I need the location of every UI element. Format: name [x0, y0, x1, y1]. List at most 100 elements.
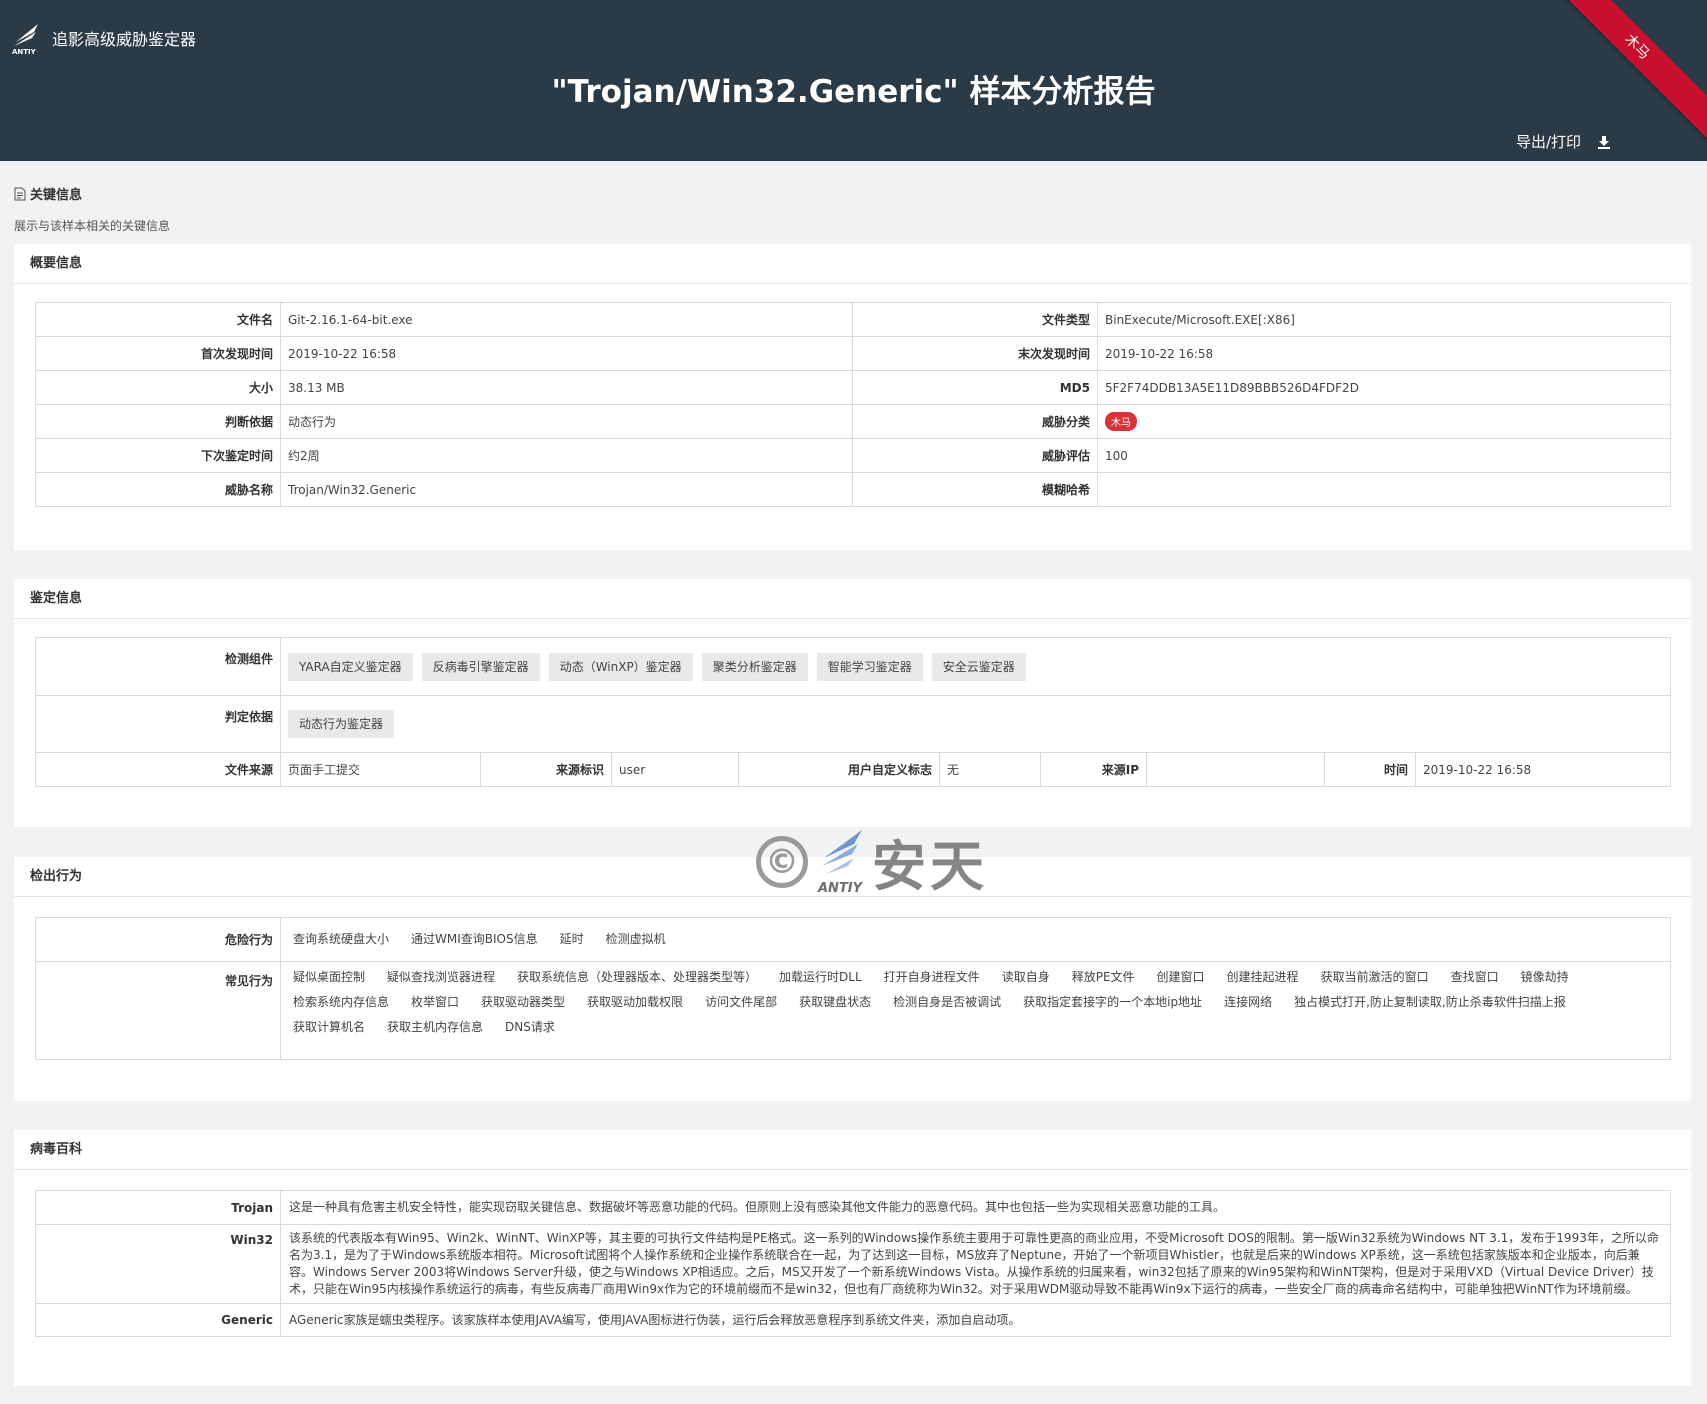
summary-label: 模糊哈希	[852, 472, 1098, 507]
wiki-title: 病毒百科	[14, 1130, 1691, 1170]
summary-label: 文件名	[35, 302, 281, 337]
wiki-table: Trojan 这是一种具有危害主机安全特性，能实现窃取关键信息、数据破坏等恶意功能…	[35, 1190, 1671, 1337]
summary-label: 威胁分类	[852, 404, 1098, 439]
common-behavior-item: 加载运行时DLL	[779, 970, 862, 984]
summary-value: Trojan/Win32.Generic	[280, 472, 853, 507]
summary-value: 2019-10-22 16:58	[1097, 336, 1671, 371]
common-behavior-item: 获取键盘状态	[799, 995, 872, 1009]
common-behavior-item: 检索系统内存信息	[293, 995, 390, 1009]
wiki-row: Generic AGeneric家族是蠕虫类程序。该家族样本使用JAVA编写，使用…	[35, 1303, 1671, 1337]
key-info-title-text: 关键信息	[30, 188, 83, 203]
common-row: 常见行为 疑似桌面控制 疑似查找浏览器进程 获取系统信息（处理器版本、处理器类型等）…	[35, 961, 1671, 1060]
basis-chip: 动态行为鉴定器	[288, 710, 395, 738]
wiki-label: Win32	[35, 1224, 281, 1304]
summary-value: 100	[1097, 438, 1671, 473]
common-behavior-item: 释放PE文件	[1071, 970, 1135, 984]
summary-table: 文件名 Git-2.16.1-64-bit.exe 文件类型 BinExecute/M…	[35, 302, 1671, 507]
common-behavior-item: 读取自身	[1001, 970, 1050, 984]
common-behavior-item: 获取驱动器类型	[481, 995, 566, 1009]
danger-behavior-item: 延时	[559, 932, 584, 946]
source-tag-value: user	[611, 752, 739, 787]
wiki-text: AGeneric家族是蠕虫类程序。该家族样本使用JAVA编写，使用JAVA图标进…	[280, 1303, 1671, 1337]
antiy-logo-icon: ANTIY	[12, 20, 42, 56]
common-label: 常见行为	[35, 961, 281, 1060]
components-list: YARA自定义鉴定器 反病毒引擎鉴定器 动态（WinXP）鉴定器 聚类分析鉴定器 智能学…	[279, 637, 1672, 696]
detector-chip: 智能学习鉴定器	[816, 652, 923, 681]
common-behavior-item: 获取计算机名	[293, 1020, 366, 1034]
common-behavior-item: 获取当前激活的窗口	[1320, 970, 1429, 984]
summary-label: 下次鉴定时间	[35, 438, 281, 473]
document-icon	[14, 187, 26, 201]
common-behavior-item: 获取指定套接字的一个本地ip地址	[1023, 995, 1203, 1009]
common-behavior-item: 连接网络	[1224, 995, 1273, 1009]
antiy-watermark: © ANTIY 安天	[756, 822, 988, 901]
behavior-table: 危险行为 查询系统硬盘大小 通过WMI查询BIOS信息 延时 检测虚拟机 常见行为 疑…	[35, 917, 1671, 1060]
summary-row: 判断依据 动态行为 威胁分类 木马	[35, 404, 1671, 439]
detector-chip: 聚类分析鉴定器	[701, 652, 808, 681]
wiki-row: Trojan 这是一种具有危害主机安全特性，能实现窃取关键信息、数据破坏等恶意功能…	[35, 1190, 1671, 1225]
identify-panel: 鉴定信息 检测组件 YARA自定义鉴定器 反病毒引擎鉴定器 动态（WinXP）鉴定器…	[14, 579, 1691, 827]
detector-chip: 动态（WinXP）鉴定器	[548, 652, 693, 681]
summary-row: 大小 38.13 MB MD5 5F2F74DDB13A5E11D89BBB526D4…	[35, 370, 1671, 405]
summary-value: 木马	[1097, 404, 1671, 439]
summary-label: 首次发现时间	[35, 336, 281, 371]
key-info-title: 关键信息	[14, 184, 170, 203]
summary-label: 末次发现时间	[852, 336, 1098, 371]
export-print-button[interactable]: 导出/打印	[1516, 131, 1611, 152]
components-label: 检测组件	[35, 637, 281, 696]
source-tag-label: 来源标识	[480, 752, 612, 787]
common-behavior-item: 打开自身进程文件	[883, 970, 980, 984]
common-behavior-item: 创建挂起进程	[1226, 970, 1299, 984]
antiy-wing-icon: ANTIY	[818, 828, 866, 896]
components-row: 检测组件 YARA自定义鉴定器 反病毒引擎鉴定器 动态（WinXP）鉴定器 聚类分析鉴…	[35, 637, 1672, 696]
watermark-brand: ANTIY	[818, 880, 863, 896]
key-info-header: 关键信息 展示与该样本相关的关键信息	[14, 184, 170, 234]
wiki-row: Win32 该系统的代表版本有Win95、Win2k、WinNT、WinXP等，其…	[35, 1224, 1671, 1304]
common-behavior-item: 独占模式打开,防止复制读取,防止杀毒软件扫描上报	[1294, 995, 1566, 1009]
summary-value: 约2周	[280, 438, 853, 473]
logo-text: ANTIY	[12, 48, 37, 56]
wiki-panel: 病毒百科 Trojan 这是一种具有危害主机安全特性，能实现窃取关键信息、数据破坏…	[14, 1130, 1691, 1386]
common-list: 疑似桌面控制 疑似查找浏览器进程 获取系统信息（处理器版本、处理器类型等） 加载运行时…	[280, 961, 1671, 1060]
export-label: 导出/打印	[1515, 133, 1581, 151]
danger-list: 查询系统硬盘大小 通过WMI查询BIOS信息 延时 检测虚拟机	[280, 917, 1671, 962]
summary-label: 大小	[35, 370, 281, 405]
common-behavior-item: 枚举窗口	[411, 995, 460, 1009]
summary-value	[1097, 472, 1671, 507]
common-behavior-item: 获取驱动加载权限	[587, 995, 684, 1009]
summary-label: 文件类型	[852, 302, 1098, 337]
summary-label: MD5	[852, 370, 1098, 405]
common-behavior-item: 镜像劫持	[1520, 970, 1569, 984]
common-behavior-item: DNS请求	[505, 1020, 555, 1034]
summary-row: 下次鉴定时间 约2周 威胁评估 100	[35, 438, 1671, 473]
source-ip-label: 来源IP	[1040, 752, 1147, 787]
summary-row: 文件名 Git-2.16.1-64-bit.exe 文件类型 BinExecute/M…	[35, 302, 1671, 337]
summary-row: 威胁名称 Trojan/Win32.Generic 模糊哈希	[35, 472, 1671, 507]
common-behavior-item: 检测自身是否被调试	[893, 995, 1002, 1009]
report-title: "Trojan/Win32.Generic" 样本分析报告	[551, 74, 1156, 110]
app-name: 追影高级威胁鉴定器	[52, 30, 197, 49]
summary-label: 威胁名称	[35, 472, 281, 507]
wiki-text: 这是一种具有危害主机安全特性，能实现窃取关键信息、数据破坏等恶意功能的代码。但原…	[280, 1190, 1671, 1225]
custom-flag-label: 用户自定义标志	[738, 752, 940, 787]
summary-panel: 概要信息 文件名 Git-2.16.1-64-bit.exe 文件类型 BinExec…	[14, 244, 1691, 550]
danger-behavior-item: 通过WMI查询BIOS信息	[411, 932, 538, 946]
identify-title: 鉴定信息	[14, 579, 1691, 619]
copyright-icon: ©	[756, 835, 808, 888]
summary-label: 判断依据	[35, 404, 281, 439]
common-behavior-item: 疑似查找浏览器进程	[387, 970, 496, 984]
wiki-label: Generic	[35, 1303, 281, 1337]
source-label: 文件来源	[35, 752, 281, 787]
watermark-text: 安天	[872, 835, 988, 898]
danger-behavior-item: 检测虚拟机	[605, 932, 666, 946]
danger-behavior-item: 查询系统硬盘大小	[293, 932, 390, 946]
common-behavior-item: 获取系统信息（处理器版本、处理器类型等）	[517, 970, 758, 984]
detector-chip: 反病毒引擎鉴定器	[421, 652, 540, 681]
wiki-text: 该系统的代表版本有Win95、Win2k、WinNT、WinXP等，其主要的可执…	[280, 1224, 1671, 1304]
summary-row: 首次发现时间 2019-10-22 16:58 末次发现时间 2019-10-22 1…	[35, 336, 1671, 371]
summary-value: 38.13 MB	[280, 370, 853, 405]
summary-value: 动态行为	[280, 404, 853, 439]
basis-label: 判定依据	[35, 695, 281, 753]
common-behavior-item: 创建窗口	[1156, 970, 1205, 984]
custom-flag-value: 无	[939, 752, 1041, 787]
